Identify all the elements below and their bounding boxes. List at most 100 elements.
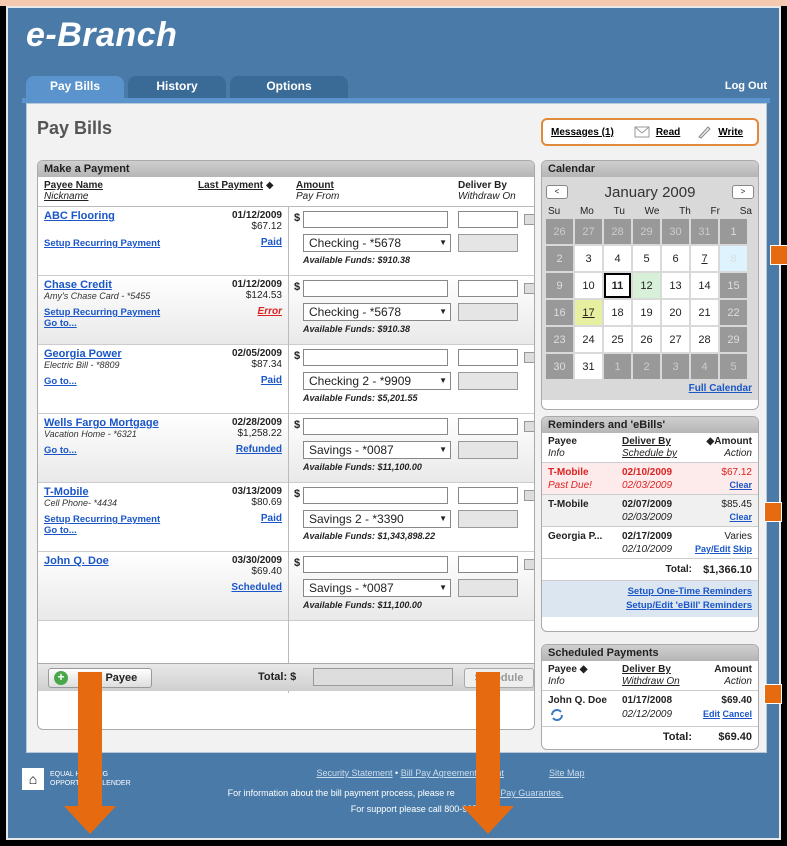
- tab-pay-bills[interactable]: Pay Bills: [26, 76, 124, 98]
- calendar-day[interactable]: 2: [546, 246, 573, 271]
- calendar-icon[interactable]: [524, 421, 534, 432]
- calendar-day[interactable]: 1: [604, 354, 631, 379]
- setup-one-time-link[interactable]: Setup One-Time Reminders: [628, 586, 752, 597]
- pay-from-select[interactable]: Checking 2 - *9909 ▼: [303, 372, 451, 390]
- calendar-day[interactable]: 14: [691, 273, 718, 298]
- payee-name-link[interactable]: T-Mobile: [44, 486, 89, 498]
- calendar-icon[interactable]: [524, 283, 534, 294]
- pay-from-select[interactable]: Savings - *0087 ▼: [303, 441, 451, 459]
- payee-name-link[interactable]: Georgia Power: [44, 348, 122, 360]
- deliver-date-input[interactable]: [458, 280, 518, 297]
- payment-status-link[interactable]: Paid: [261, 375, 282, 386]
- calendar-day[interactable]: 19: [633, 300, 660, 325]
- calendar-day[interactable]: 2: [633, 354, 660, 379]
- header-last-payment[interactable]: Last Payment ◆: [198, 180, 274, 191]
- security-statement-link[interactable]: Security Statement: [317, 768, 393, 778]
- calendar-day[interactable]: 5: [633, 246, 660, 271]
- amount-input[interactable]: [303, 349, 448, 366]
- payment-status-link[interactable]: Error: [258, 306, 282, 317]
- pay-from-select[interactable]: Savings - *0087 ▼: [303, 579, 451, 597]
- messages-link[interactable]: Messages (1): [551, 127, 614, 138]
- calendar-day[interactable]: 28: [691, 327, 718, 352]
- payee-name-link[interactable]: John Q. Doe: [44, 555, 109, 567]
- tab-options[interactable]: Options: [230, 76, 348, 98]
- amount-input[interactable]: [303, 280, 448, 297]
- payee-action-link[interactable]: Go to...: [44, 445, 77, 456]
- payee-name-link[interactable]: Wells Fargo Mortgage: [44, 417, 159, 429]
- calendar-icon[interactable]: [524, 559, 534, 570]
- calendar-day[interactable]: 27: [575, 219, 602, 244]
- payee-sort[interactable]: Payee Name: [44, 180, 103, 191]
- payee-action-link[interactable]: Go to...: [44, 376, 77, 387]
- deliver-date-input[interactable]: [458, 349, 518, 366]
- skip-link[interactable]: Skip: [733, 544, 752, 554]
- calendar-day[interactable]: 7: [691, 246, 718, 271]
- cancel-link[interactable]: Cancel: [722, 709, 752, 719]
- reminder-action-link[interactable]: Pay/Edit: [695, 544, 731, 554]
- calendar-day[interactable]: 30: [546, 354, 573, 379]
- rem-h-deliver[interactable]: Deliver By: [622, 436, 671, 447]
- payment-status-link[interactable]: Paid: [261, 513, 282, 524]
- full-calendar-link[interactable]: Full Calendar: [546, 379, 754, 396]
- payee-name-link[interactable]: ABC Flooring: [44, 210, 115, 222]
- go-to-link[interactable]: Go to...: [44, 525, 77, 536]
- payment-status-link[interactable]: Scheduled: [231, 582, 282, 593]
- calendar-day[interactable]: 8: [720, 246, 747, 271]
- calendar-day[interactable]: 29: [720, 327, 747, 352]
- payee-name-link[interactable]: Chase Credit: [44, 279, 112, 291]
- setup-ebill-link[interactable]: Setup/Edit 'eBill' Reminders: [626, 600, 752, 611]
- reminder-action-link[interactable]: Clear: [729, 480, 752, 490]
- calendar-day[interactable]: 30: [662, 219, 689, 244]
- calendar-icon[interactable]: [524, 352, 534, 363]
- calendar-day[interactable]: 9: [546, 273, 573, 298]
- calendar-day[interactable]: 16: [546, 300, 573, 325]
- pay-from-select[interactable]: Checking - *5678 ▼: [303, 234, 451, 252]
- deliver-date-input[interactable]: [458, 211, 518, 228]
- write-link[interactable]: Write: [718, 127, 743, 138]
- payment-status-link[interactable]: Refunded: [236, 444, 282, 455]
- calendar-day[interactable]: 5: [720, 354, 747, 379]
- deliver-date-input[interactable]: [458, 487, 518, 504]
- calendar-day[interactable]: 12: [633, 273, 660, 298]
- pay-from-select[interactable]: Savings 2 - *3390 ▼: [303, 510, 451, 528]
- calendar-day[interactable]: 1: [720, 219, 747, 244]
- calendar-day[interactable]: 3: [575, 246, 602, 271]
- reminder-action-link[interactable]: Clear: [729, 512, 752, 522]
- calendar-day[interactable]: 28: [604, 219, 631, 244]
- read-link[interactable]: Read: [656, 127, 680, 138]
- calendar-day[interactable]: 31: [575, 354, 602, 379]
- calendar-icon[interactable]: [524, 490, 534, 501]
- deliver-date-input[interactable]: [458, 418, 518, 435]
- site-map-link[interactable]: Site Map: [549, 768, 585, 778]
- deliver-date-input[interactable]: [458, 556, 518, 573]
- calendar-day[interactable]: 24: [575, 327, 602, 352]
- calendar-day[interactable]: 17: [575, 300, 602, 325]
- calendar-day[interactable]: 31: [691, 219, 718, 244]
- last-payment-sort[interactable]: Last Payment: [198, 180, 263, 191]
- logout-link[interactable]: Log Out: [725, 80, 767, 92]
- calendar-day[interactable]: 29: [633, 219, 660, 244]
- calendar-day[interactable]: 26: [633, 327, 660, 352]
- amount-input[interactable]: [303, 556, 448, 573]
- calendar-day[interactable]: 11: [604, 273, 631, 298]
- amount-input[interactable]: [303, 211, 448, 228]
- calendar-day[interactable]: 10: [575, 273, 602, 298]
- sch-h-payee[interactable]: Payee ◆: [548, 664, 587, 675]
- calendar-day[interactable]: 20: [662, 300, 689, 325]
- calendar-day[interactable]: 27: [662, 327, 689, 352]
- rem-h-amount[interactable]: ◆Amount: [707, 436, 752, 447]
- calendar-day[interactable]: 13: [662, 273, 689, 298]
- amount-input[interactable]: [303, 418, 448, 435]
- go-to-link[interactable]: Go to...: [44, 318, 77, 329]
- calendar-day[interactable]: 4: [691, 354, 718, 379]
- calendar-day[interactable]: 25: [604, 327, 631, 352]
- payment-status-link[interactable]: Paid: [261, 237, 282, 248]
- payee-action-link[interactable]: Setup Recurring Payment: [44, 307, 160, 318]
- next-month-button[interactable]: >: [732, 185, 754, 199]
- calendar-icon[interactable]: [524, 214, 534, 225]
- payee-action-link[interactable]: Setup Recurring Payment: [44, 238, 160, 249]
- calendar-day[interactable]: 6: [662, 246, 689, 271]
- sch-h-deliver[interactable]: Deliver By: [622, 664, 671, 675]
- amount-input[interactable]: [303, 487, 448, 504]
- calendar-day[interactable]: 22: [720, 300, 747, 325]
